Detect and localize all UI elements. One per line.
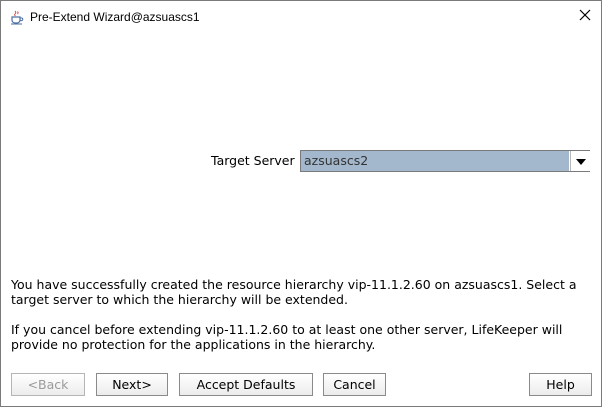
back-button[interactable]: <Back [11,373,85,396]
java-coffee-cup-icon [9,9,25,25]
target-server-dropdown[interactable]: azsuascs2 [300,150,590,172]
target-server-selected-value[interactable]: azsuascs2 [301,151,569,171]
chevron-down-icon [575,154,586,168]
close-icon [579,9,591,24]
target-server-label: Target Server [211,153,295,168]
window-title: Pre-Extend Wizard@azsuascs1 [30,10,200,24]
title-bar: Pre-Extend Wizard@azsuascs1 [1,1,601,32]
cancel-button[interactable]: Cancel [323,373,386,396]
accept-defaults-button[interactable]: Accept Defaults [179,373,313,396]
pre-extend-wizard-window: Pre-Extend Wizard@azsuascs1 Target Serve… [0,0,602,407]
next-button[interactable]: Next> [96,373,168,396]
wizard-content: Target Server azsuascs2 You have success… [1,32,601,406]
help-button[interactable]: Help [529,373,592,396]
close-button[interactable] [568,1,601,32]
warning-message: If you cancel before extending vip-11.1.… [11,322,563,352]
dropdown-arrow-button[interactable] [570,151,590,171]
success-message: You have successfully created the resour… [11,277,577,307]
